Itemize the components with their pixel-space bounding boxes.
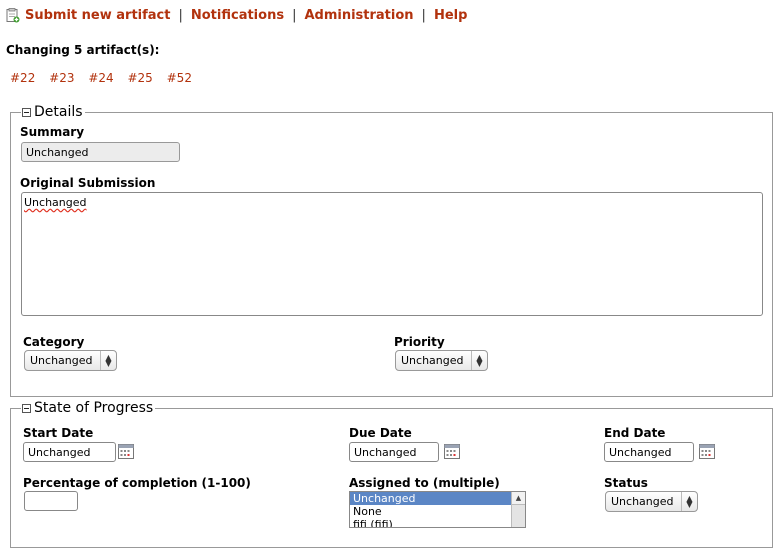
category-label: Category [23, 335, 85, 349]
end-date-input[interactable] [604, 442, 694, 462]
nav-separator: | [178, 7, 183, 23]
collapse-toggle-icon[interactable] [22, 403, 31, 413]
due-date-input[interactable] [349, 442, 439, 462]
nav-notifications[interactable]: Notifications [191, 8, 284, 23]
percentage-label: Percentage of completion (1-100) [23, 476, 251, 490]
nav-separator: | [292, 7, 297, 23]
assigned-option-none[interactable]: None [350, 505, 525, 518]
nav-submit-new-artifact[interactable]: Submit new artifact [25, 8, 170, 23]
assigned-option-fifi[interactable]: fifi (fifi) [350, 518, 525, 527]
calendar-icon[interactable] [699, 444, 715, 459]
calendar-icon[interactable] [444, 444, 460, 459]
state-of-progress-legend: State of Progress [21, 400, 156, 416]
artifact-link-25[interactable]: #25 [127, 71, 152, 85]
top-navigation: Submit new artifact | Notifications | Ad… [6, 7, 467, 23]
details-legend-label: Details [34, 104, 83, 120]
artifact-links: #22 #23 #24 #25 #52 [10, 71, 202, 85]
start-date-input[interactable] [23, 442, 116, 462]
priority-select-value: Unchanged [401, 354, 464, 367]
details-legend: Details [21, 104, 85, 120]
nav-administration[interactable]: Administration [304, 8, 413, 23]
nav-separator: | [421, 7, 426, 23]
nav-help[interactable]: Help [434, 8, 467, 23]
status-select[interactable]: Unchanged ▲ ▼ [605, 491, 698, 512]
original-submission-label: Original Submission [20, 176, 156, 190]
end-date-label: End Date [604, 426, 666, 440]
original-submission-textarea[interactable] [21, 192, 763, 316]
updown-arrow-icon: ▲ ▼ [100, 351, 116, 370]
artifact-link-23[interactable]: #23 [49, 71, 74, 85]
collapse-toggle-icon[interactable] [22, 107, 31, 117]
due-date-label: Due Date [349, 426, 412, 440]
status-label: Status [604, 476, 648, 490]
summary-label: Summary [20, 125, 85, 139]
artifact-link-52[interactable]: #52 [167, 71, 192, 85]
calendar-icon[interactable] [118, 444, 134, 459]
status-select-value: Unchanged [611, 495, 674, 508]
assigned-option-unchanged[interactable]: Unchanged [350, 492, 525, 505]
category-select[interactable]: Unchanged ▲ ▼ [24, 350, 117, 371]
updown-arrow-icon: ▲ ▼ [681, 492, 697, 511]
updown-arrow-icon: ▲ ▼ [471, 351, 487, 370]
category-select-value: Unchanged [30, 354, 93, 367]
summary-input[interactable] [21, 142, 180, 162]
listbox-scrollbar[interactable]: ▲ [511, 492, 525, 527]
priority-select[interactable]: Unchanged ▲ ▼ [395, 350, 488, 371]
new-document-icon [6, 7, 20, 23]
percentage-input[interactable] [24, 491, 78, 511]
assigned-to-label: Assigned to (multiple) [349, 476, 500, 490]
artifact-link-22[interactable]: #22 [10, 71, 35, 85]
assigned-to-listbox[interactable]: Unchanged None fifi (fifi) ▲ [349, 491, 526, 528]
scroll-up-arrow-icon[interactable]: ▲ [512, 492, 525, 505]
changing-heading: Changing 5 artifact(s): [6, 43, 160, 57]
start-date-label: Start Date [23, 426, 94, 440]
artifact-link-24[interactable]: #24 [88, 71, 113, 85]
priority-label: Priority [394, 335, 445, 349]
state-of-progress-legend-label: State of Progress [34, 400, 154, 416]
